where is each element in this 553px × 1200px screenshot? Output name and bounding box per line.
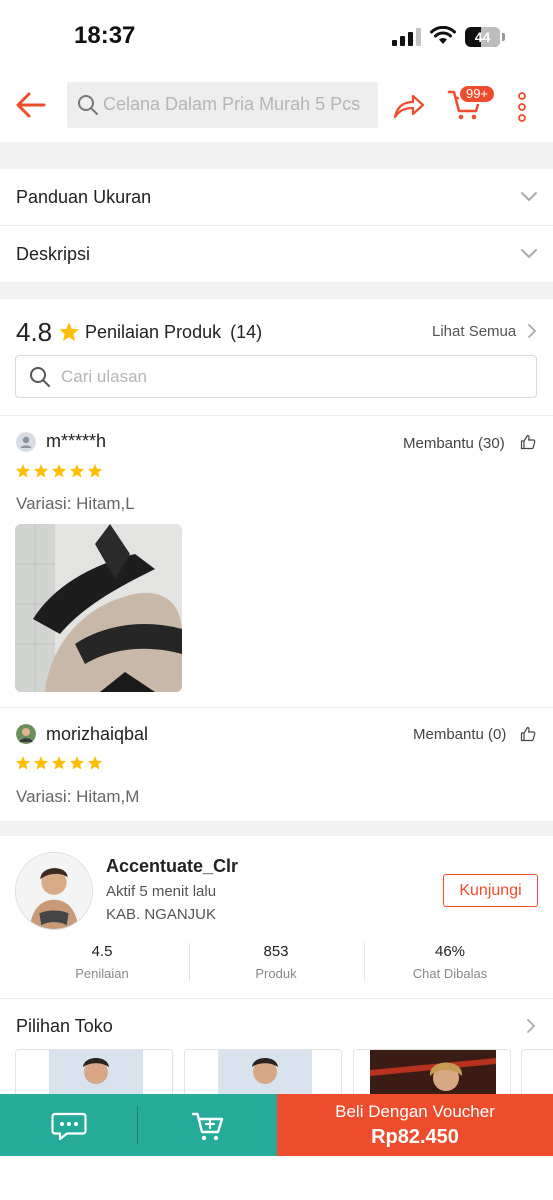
product-image bbox=[185, 1050, 341, 1094]
star-icon bbox=[33, 756, 49, 770]
chevron-right-icon[interactable] bbox=[527, 323, 537, 339]
avatar[interactable] bbox=[16, 724, 36, 744]
chevron-down-icon bbox=[521, 192, 537, 202]
rating-count: (14) bbox=[230, 322, 263, 342]
search-icon bbox=[30, 367, 50, 387]
helpful-count[interactable]: Membantu (0) bbox=[413, 726, 506, 743]
see-all-link[interactable]: Lihat Semua bbox=[432, 323, 516, 340]
cellular-signal-icon bbox=[392, 28, 421, 46]
more-vertical-icon[interactable] bbox=[514, 92, 530, 122]
section-gap bbox=[0, 283, 553, 299]
star-icon bbox=[69, 464, 85, 478]
stat-label: Penilaian bbox=[75, 966, 129, 981]
review-photo[interactable] bbox=[15, 524, 182, 692]
stat-rating: 4.5 Penilaian bbox=[17, 943, 187, 981]
star-icon bbox=[51, 464, 67, 478]
stat-products: 853 Produk bbox=[191, 943, 361, 981]
accordion-label: Panduan Ukuran bbox=[16, 187, 152, 207]
star-icon bbox=[51, 756, 67, 770]
bottom-action-bar: Beli Dengan Voucher Rp82.450 bbox=[0, 1094, 553, 1156]
star-icon bbox=[87, 464, 103, 478]
review-item: m*****h Membantu (30) Variasi: Hitam,L bbox=[0, 415, 553, 707]
thumbs-up-icon[interactable] bbox=[520, 434, 536, 450]
back-arrow-icon[interactable] bbox=[14, 88, 48, 122]
thumbs-up-icon[interactable] bbox=[520, 726, 536, 742]
accordion-label: Deskripsi bbox=[16, 244, 91, 264]
search-icon bbox=[78, 95, 98, 115]
review-search-input[interactable]: Cari ulasan bbox=[15, 355, 537, 398]
shop-picks-title: Pilihan Toko bbox=[16, 1016, 113, 1036]
stat-label: Produk bbox=[255, 966, 297, 981]
stat-chat-replied: 46% Chat Dibalas bbox=[365, 943, 535, 981]
avatar[interactable] bbox=[16, 432, 36, 452]
add-to-cart-icon bbox=[191, 1112, 224, 1141]
product-card[interactable] bbox=[521, 1049, 553, 1094]
shop-info-section: Accentuate_Clr Aktif 5 menit lalu KAB. N… bbox=[0, 836, 553, 999]
buy-with-voucher-button[interactable]: Beli Dengan Voucher Rp82.450 bbox=[277, 1094, 553, 1156]
accordion-size-guide[interactable]: Panduan Ukuran bbox=[0, 169, 553, 226]
search-input[interactable]: Celana Dalam Pria Murah 5 Pcs bbox=[67, 82, 378, 128]
star-icon bbox=[15, 756, 31, 770]
status-time: 18:37 bbox=[74, 22, 136, 49]
buy-price: Rp82.450 bbox=[371, 1126, 459, 1148]
cart-badge: 99+ bbox=[458, 84, 496, 104]
battery-icon: 44 bbox=[465, 27, 505, 47]
accordion-description[interactable]: Deskripsi bbox=[0, 226, 553, 283]
shop-active-status: Aktif 5 menit lalu bbox=[106, 883, 217, 900]
stat-value: 853 bbox=[263, 943, 289, 960]
review-search-placeholder: Cari ulasan bbox=[61, 367, 147, 386]
star-icon bbox=[69, 756, 85, 770]
star-icon bbox=[59, 322, 79, 341]
review-stars bbox=[15, 463, 103, 479]
app-header: Celana Dalam Pria Murah 5 Pcs 99+ bbox=[0, 72, 553, 142]
battery-level: 44 bbox=[474, 29, 491, 45]
review-variation: Variasi: Hitam,M bbox=[16, 787, 140, 806]
status-bar: 18:37 44 bbox=[0, 0, 553, 72]
stat-value: 4.5 bbox=[91, 943, 113, 960]
share-icon[interactable] bbox=[392, 89, 426, 121]
product-ratings-section: 4.8 Penilaian Produk (14) Lihat Semua Ca… bbox=[0, 299, 553, 415]
star-icon bbox=[87, 756, 103, 770]
shop-location: KAB. NGANJUK bbox=[106, 906, 217, 923]
wifi-icon bbox=[430, 26, 456, 44]
shop-name: Accentuate_Clr bbox=[106, 856, 239, 876]
buy-label: Beli Dengan Voucher bbox=[335, 1102, 495, 1121]
divider bbox=[189, 943, 190, 981]
reviewer-name: morizhaiqbal bbox=[46, 724, 149, 744]
product-card[interactable] bbox=[353, 1049, 511, 1094]
review-item: morizhaiqbal Membantu (0) Variasi: Hitam… bbox=[0, 707, 553, 821]
star-icon bbox=[15, 464, 31, 478]
add-to-cart-button[interactable] bbox=[138, 1094, 277, 1156]
product-image bbox=[354, 1050, 510, 1094]
review-variation: Variasi: Hitam,L bbox=[16, 494, 135, 513]
chevron-right-icon[interactable] bbox=[526, 1018, 536, 1034]
stat-label: Chat Dibalas bbox=[412, 966, 488, 981]
rating-score: 4.8 bbox=[16, 317, 53, 347]
review-stars bbox=[15, 755, 103, 771]
shop-picks-section: Pilihan Toko bbox=[0, 999, 553, 1094]
stat-value: 46% bbox=[434, 943, 466, 960]
chat-button[interactable] bbox=[0, 1094, 138, 1156]
rating-title: Penilaian Produk (14) bbox=[85, 322, 263, 342]
section-gap bbox=[0, 821, 553, 836]
visit-shop-button[interactable]: Kunjungi bbox=[443, 874, 538, 907]
shop-avatar[interactable] bbox=[15, 852, 93, 930]
product-card[interactable] bbox=[184, 1049, 342, 1094]
product-image bbox=[16, 1050, 172, 1094]
section-gap bbox=[0, 142, 553, 169]
search-placeholder: Celana Dalam Pria Murah 5 Pcs bbox=[103, 94, 361, 114]
product-card[interactable] bbox=[15, 1049, 173, 1094]
star-icon bbox=[33, 464, 49, 478]
reviewer-name: m*****h bbox=[46, 431, 107, 451]
chevron-down-icon bbox=[521, 249, 537, 259]
helpful-count[interactable]: Membantu (30) bbox=[403, 435, 505, 452]
chat-icon bbox=[51, 1112, 87, 1141]
